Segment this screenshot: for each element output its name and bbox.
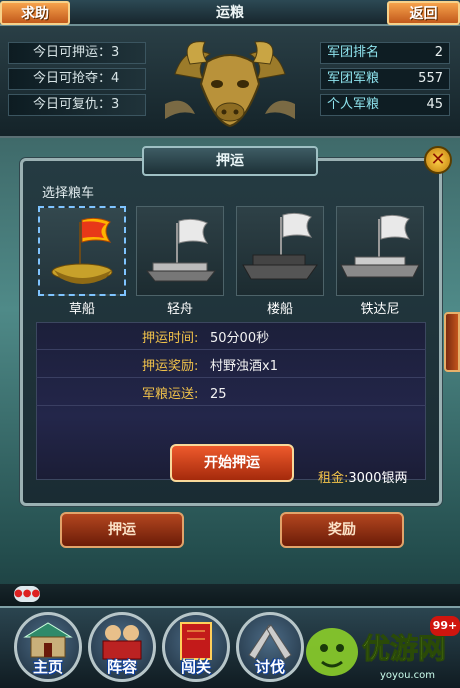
escort-time-row: 押运时间: 50分00秒 (36, 328, 426, 350)
nav-label: 讨伐 (254, 658, 285, 676)
daily-escort-count: 今日可押运：3 (8, 42, 146, 64)
grain-delivery-row: 军粮运送: 25 (36, 384, 426, 406)
back-button[interactable]: 返回 (387, 1, 460, 25)
bull-head-emblem-icon (165, 41, 295, 128)
legion-rank: 军团排名 2 (320, 42, 450, 64)
help-button[interactable]: 求助 (0, 1, 70, 25)
close-icon[interactable]: ✕ (424, 146, 452, 174)
watermark-text: 优游网 (362, 632, 446, 665)
chat-strip[interactable] (0, 584, 460, 606)
nav-label: 阵容 (106, 658, 137, 676)
boat-name: 草船 (68, 302, 95, 317)
escort-button[interactable]: 押运 (60, 512, 184, 548)
tower-ship-icon (242, 212, 318, 280)
game-screen: 求助 运粮 返回 今日可押运：3 今日可抢夺：4 今日可复仇：3 军团排名 2 … (0, 0, 460, 688)
titanic-ship-icon (340, 214, 420, 278)
nav-label: 主页 (32, 658, 63, 676)
nav-label: 闯关 (180, 658, 211, 676)
boat-option-light[interactable] (136, 206, 224, 296)
page-title: 运粮 (216, 5, 244, 21)
escort-reward-row: 押运奖励: 村野浊酒x1 (36, 356, 426, 378)
straw-boat-icon (51, 217, 113, 284)
legion-rank-label: 军团排名 (327, 45, 380, 60)
rent-cost: 租金:3000银两 (318, 467, 407, 486)
reward-button[interactable]: 奖励 (280, 512, 404, 548)
personal-grain: 个人军粮 45 (320, 94, 450, 116)
rent-label: 租金: (318, 471, 349, 486)
start-escort-button[interactable]: 开始押运 (170, 444, 294, 482)
boat-name: 楼船 (266, 302, 293, 317)
watermark-sub: yoyou.com (380, 670, 435, 681)
legion-grain-value: 557 (418, 71, 443, 86)
legion-grain-label: 军团军粮 (327, 71, 380, 86)
grain-delivery-value: 25 (210, 387, 227, 402)
escort-time-value: 50分00秒 (210, 331, 270, 346)
boat-option-titanic[interactable] (336, 206, 424, 296)
personal-grain-label: 个人军粮 (327, 97, 380, 112)
chat-bubble-icon[interactable]: ●●● (14, 586, 40, 602)
rent-value: 3000银两 (348, 471, 408, 486)
escort-reward-label: 押运奖励: (142, 359, 199, 374)
grain-delivery-label: 军粮运送: (142, 387, 199, 402)
boat-option-tower[interactable] (236, 206, 324, 296)
daily-rob-count: 今日可抢夺：4 (8, 68, 146, 90)
select-cart-label: 选择粮车 (42, 186, 95, 201)
daily-revenge-count: 今日可复仇：3 (8, 94, 146, 116)
escort-reward-value: 村野浊酒x1 (210, 359, 278, 374)
legion-grain: 军团军粮 557 (320, 68, 450, 90)
legion-rank-value: 2 (434, 45, 443, 60)
light-boat-icon (145, 218, 217, 282)
boat-option-straw[interactable] (38, 206, 126, 296)
side-tab[interactable] (444, 312, 460, 372)
escort-time-label: 押运时间: (142, 331, 199, 346)
boat-name: 轻舟 (166, 302, 193, 317)
boat-name: 铁达尼 (360, 302, 400, 317)
dialog-title: 押运 (142, 146, 318, 176)
notification-badge: 99+ (430, 616, 460, 636)
personal-grain-value: 45 (426, 97, 443, 112)
